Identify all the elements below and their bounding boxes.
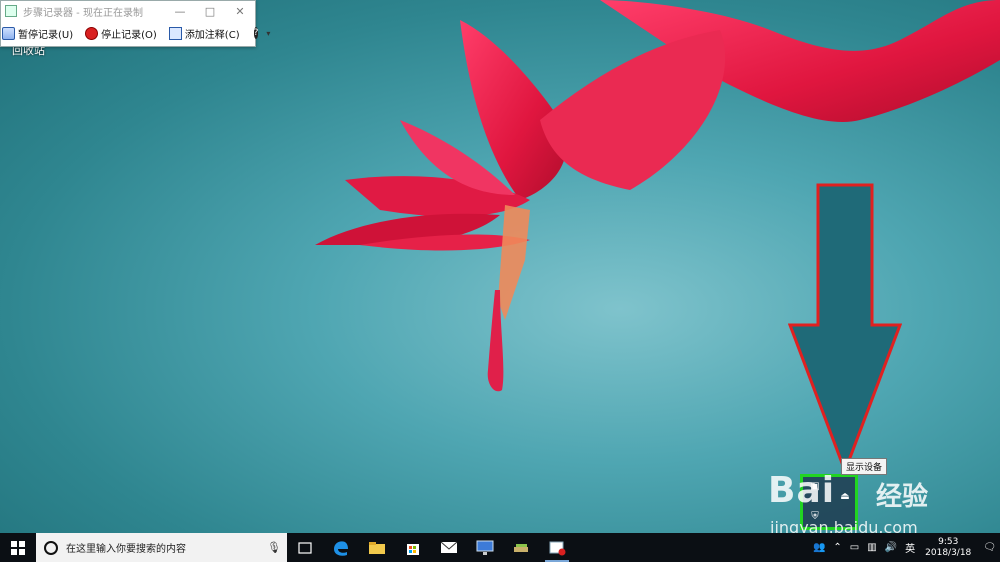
remote-desktop-button[interactable] [467, 533, 503, 562]
stop-record-button[interactable]: 停止记录(O) [85, 26, 157, 41]
cortana-icon[interactable] [44, 540, 58, 555]
start-button[interactable] [0, 533, 36, 562]
app-button-books[interactable] [503, 533, 539, 562]
show-hidden-icons-chevron-up-icon[interactable]: ⌃ [833, 542, 841, 553]
store-bag-icon [407, 543, 419, 555]
battery-icon[interactable]: ▭ [850, 542, 859, 553]
steps-recorder-icon [549, 541, 566, 555]
help-icon[interactable]: ? [253, 27, 259, 39]
steps-recorder-taskbar-button[interactable] [539, 533, 575, 562]
windows-logo-icon [11, 540, 25, 555]
pause-record-button[interactable]: 暂停记录(U) [2, 26, 73, 41]
people-icon[interactable]: 👥 [813, 542, 825, 553]
stop-icon [85, 26, 99, 40]
watermark-brand: Bai [768, 470, 836, 511]
taskbar-search-box[interactable]: 在这里输入你要搜索的内容 🎙 [36, 533, 287, 562]
store-button[interactable] [395, 533, 431, 562]
minimize-button[interactable]: — [165, 5, 195, 18]
taskbar: 在这里输入你要搜索的内容 🎙 👥 ⌃ ▭ ▥ 🔊 英 9:53 2018/3/1… [0, 533, 1000, 562]
add-comment-label: 添加注释(C) [184, 29, 240, 41]
volume-icon[interactable]: 🔊 [885, 542, 897, 553]
microphone-icon[interactable]: 🎙 [267, 541, 281, 555]
recorder-title: 步骤记录器 - 现在正在录制 [23, 7, 143, 19]
recorder-app-icon [5, 5, 17, 17]
monitor-icon [476, 540, 494, 555]
recorder-titlebar[interactable]: 步骤记录器 - 现在正在录制 — □ ✕ [1, 1, 255, 21]
annotation-arrow-down [788, 183, 902, 473]
action-center-icon[interactable]: 🗨 [983, 542, 996, 553]
search-placeholder: 在这里输入你要搜索的内容 [66, 544, 186, 555]
chevron-down-icon[interactable]: ▾ [266, 29, 270, 38]
baidu-jingyan-watermark: Bai 经验 jingyan.baidu.com [768, 470, 1000, 540]
clock-date: 2018/3/18 [925, 547, 972, 558]
close-button[interactable]: ✕ [225, 5, 255, 18]
system-tray: 👥 ⌃ ▭ ▥ 🔊 英 9:53 2018/3/18 🗨 [809, 533, 1000, 562]
maximize-button[interactable]: □ [195, 5, 225, 18]
pause-icon [2, 26, 15, 40]
stop-record-label: 停止记录(O) [101, 29, 157, 41]
input-method-indicator[interactable]: 英 [905, 540, 915, 555]
steps-recorder-window[interactable]: 步骤记录器 - 现在正在录制 — □ ✕ 暂停记录(U) 停止记录(O) 添加注… [0, 0, 270, 47]
comment-icon [168, 26, 182, 40]
network-icon[interactable]: ▥ [867, 542, 876, 553]
mail-button[interactable] [431, 533, 467, 562]
add-comment-button[interactable]: 添加注释(C) [168, 26, 240, 41]
recorder-toolbar: 暂停记录(U) 停止记录(O) 添加注释(C) ? ▾ [1, 21, 270, 45]
pause-record-label: 暂停记录(U) [18, 29, 74, 41]
edge-icon [334, 540, 348, 556]
edge-browser-button[interactable] [323, 533, 359, 562]
books-icon [514, 543, 528, 552]
mail-icon [440, 541, 458, 553]
file-explorer-button[interactable] [359, 533, 395, 562]
taskbar-clock[interactable]: 9:53 2018/3/18 [925, 537, 971, 559]
task-view-button[interactable] [287, 533, 323, 562]
task-view-icon [298, 541, 312, 554]
watermark-brand-cn: 经验 [876, 482, 929, 512]
folder-icon [369, 541, 385, 554]
clock-time: 9:53 [938, 536, 959, 547]
